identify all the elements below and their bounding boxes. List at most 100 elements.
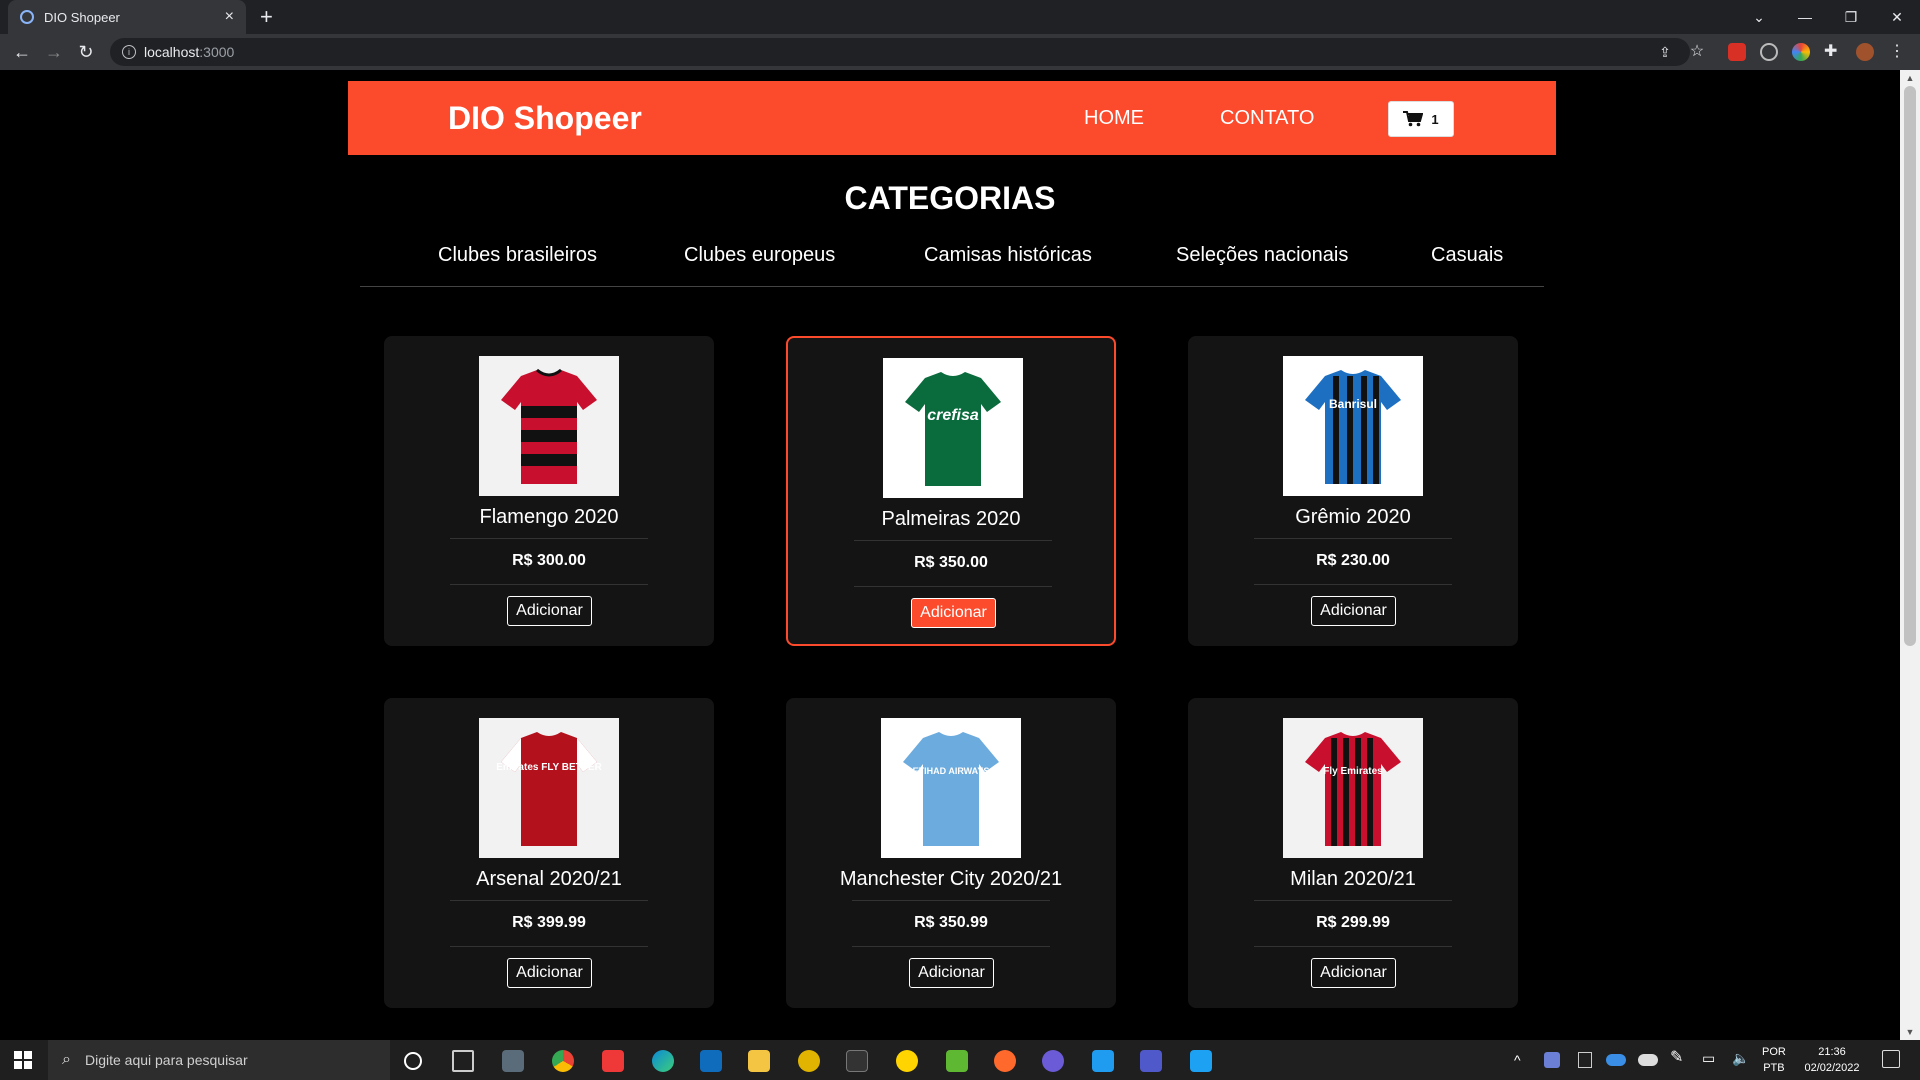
teams-icon[interactable] <box>1140 1050 1162 1072</box>
add-to-cart-button[interactable]: Adicionar <box>1311 596 1396 626</box>
app-icon[interactable] <box>1042 1050 1064 1072</box>
product-card: Flamengo 2020 R$ 300.00 Adicionar <box>384 336 714 646</box>
vivaldi-icon[interactable] <box>602 1050 624 1072</box>
category-selecoes-nacionais[interactable]: Seleções nacionais <box>1176 244 1348 267</box>
add-to-cart-button[interactable]: Adicionar <box>1311 958 1396 988</box>
manchester-city-jersey-image: ETIHAD AIRWAYS <box>881 718 1021 858</box>
notifications-icon[interactable] <box>1882 1050 1900 1068</box>
milan-jersey-image: Fly Emirates <box>1283 718 1423 858</box>
postman-icon[interactable] <box>994 1050 1016 1072</box>
onedrive-icon[interactable] <box>1606 1054 1626 1066</box>
color-picker-extension-icon[interactable] <box>1792 43 1810 61</box>
product-price: R$ 350.99 <box>914 914 988 931</box>
windows-start-button[interactable] <box>0 1040 46 1080</box>
file-explorer-icon[interactable] <box>748 1050 770 1072</box>
extension-icon[interactable] <box>1728 43 1746 61</box>
extension-icon[interactable] <box>1760 43 1778 61</box>
share-icon[interactable]: ⇪ <box>1655 42 1675 62</box>
add-to-cart-button[interactable]: Adicionar <box>911 598 996 628</box>
clock-time: 21:36 <box>1818 1046 1846 1058</box>
restore-button[interactable]: ❐ <box>1828 0 1874 34</box>
add-to-cart-button[interactable]: Adicionar <box>909 958 994 988</box>
outlook-icon[interactable] <box>700 1050 722 1072</box>
clock[interactable]: 21:36 02/02/2022 <box>1800 1044 1864 1076</box>
tray-chevron-icon[interactable]: ^ <box>1514 1052 1521 1068</box>
volume-icon[interactable]: 🔈 <box>1732 1050 1749 1066</box>
extensions-puzzle-icon[interactable]: ✚ <box>1824 43 1842 61</box>
category-clubes-brasileiros[interactable]: Clubes brasileiros <box>438 244 597 267</box>
browser-tab[interactable]: DIO Shopeer × <box>8 0 246 34</box>
close-window-button[interactable]: ✕ <box>1874 0 1920 34</box>
back-button[interactable]: ← <box>12 42 32 62</box>
cloud-icon[interactable] <box>1638 1054 1658 1066</box>
tab-close-icon[interactable]: × <box>225 8 234 26</box>
new-tab-button[interactable]: + <box>260 4 273 30</box>
search-placeholder: Digite aqui para pesquisar <box>84 1052 248 1068</box>
forward-button[interactable]: → <box>44 42 64 62</box>
edge-icon[interactable] <box>652 1050 674 1072</box>
cart-button[interactable]: 1 <box>1388 101 1454 137</box>
keyboard-layout: PTB <box>1763 1062 1785 1074</box>
product-price: R$ 350.00 <box>914 554 988 571</box>
gremio-jersey-image: Banrisul <box>1283 356 1423 496</box>
add-to-cart-button[interactable]: Adicionar <box>507 958 592 988</box>
nav-contato[interactable]: CONTATO <box>1220 107 1314 130</box>
page-scrollbar[interactable]: ▲ ▼ <box>1900 70 1920 1040</box>
reload-button[interactable]: ↻ <box>76 42 96 62</box>
tray-app-icon[interactable] <box>1544 1052 1560 1068</box>
nav-home[interactable]: HOME <box>1084 107 1144 130</box>
add-to-cart-button[interactable]: Adicionar <box>507 596 592 626</box>
shopping-cart-icon <box>1403 111 1424 127</box>
category-clubes-europeus[interactable]: Clubes europeus <box>684 244 835 267</box>
product-price: R$ 300.00 <box>512 552 586 569</box>
input-language[interactable]: POR PTB <box>1762 1044 1786 1076</box>
brand-logo[interactable]: DIO Shopeer <box>448 100 642 137</box>
card-divider <box>450 900 648 901</box>
product-price: R$ 299.99 <box>1316 914 1390 931</box>
tray-app-icon[interactable] <box>1578 1052 1592 1068</box>
card-divider <box>450 584 648 585</box>
network-icon[interactable]: ▭ <box>1702 1050 1715 1066</box>
site-header: DIO Shopeer HOME CONTATO 1 <box>348 81 1556 155</box>
browser-titlebar: DIO Shopeer × + ⌄ — ❐ ✕ <box>0 0 1920 34</box>
palmeiras-jersey-image: crefisa <box>883 358 1023 498</box>
chrome-icon[interactable] <box>552 1050 574 1072</box>
product-card: Fly Emirates Milan 2020/21 R$ 299.99 Adi… <box>1188 698 1518 1008</box>
clock-date: 02/02/2022 <box>1804 1062 1860 1074</box>
product-card: crefisa Palmeiras 2020 R$ 350.00 Adicion… <box>786 336 1116 646</box>
taskbar-search[interactable]: ⌕ Digite aqui para pesquisar <box>48 1040 390 1080</box>
categories-title: CATEGORIAS <box>844 180 1056 216</box>
cart-count-badge: 1 <box>1431 111 1439 127</box>
profile-avatar[interactable] <box>1856 43 1874 61</box>
terminal-icon[interactable] <box>846 1050 868 1072</box>
spreadsheet-icon[interactable] <box>946 1050 968 1072</box>
calculator-icon[interactable] <box>502 1050 524 1072</box>
category-casuais[interactable]: Casuais <box>1431 244 1503 267</box>
cortana-icon[interactable] <box>404 1052 422 1070</box>
pen-icon[interactable]: ✎ <box>1670 1050 1683 1066</box>
minimize-button[interactable]: — <box>1782 0 1828 34</box>
product-card: ETIHAD AIRWAYS Manchester City 2020/21 R… <box>786 698 1116 1008</box>
sponsor-text: Banrisul <box>1329 397 1377 411</box>
site-info-icon[interactable]: i <box>122 45 136 59</box>
app-icon[interactable] <box>1190 1050 1212 1072</box>
browser-menu-icon[interactable]: ⋮ <box>1888 43 1906 61</box>
product-price: R$ 399.99 <box>512 914 586 931</box>
tab-search-icon[interactable]: ⌄ <box>1736 0 1782 34</box>
vscode-icon[interactable] <box>1092 1050 1114 1072</box>
scrollbar-thumb[interactable] <box>1904 86 1916 646</box>
task-view-icon[interactable] <box>452 1050 474 1072</box>
address-bar[interactable]: i localhost :3000 <box>110 38 1690 66</box>
product-name: Palmeiras 2020 <box>881 508 1021 530</box>
card-divider <box>1254 946 1452 947</box>
tab-title: DIO Shopeer <box>44 9 120 25</box>
category-camisas-historicas[interactable]: Camisas históricas <box>924 244 1092 267</box>
sponsor-text: crefisa <box>927 407 979 424</box>
app-icon[interactable] <box>798 1050 820 1072</box>
bing-icon[interactable] <box>896 1050 918 1072</box>
bookmark-star-icon[interactable]: ☆ <box>1687 42 1707 62</box>
scroll-down-arrow-icon[interactable]: ▼ <box>1900 1024 1920 1040</box>
url-port: :3000 <box>199 44 235 60</box>
card-divider <box>450 946 648 947</box>
scroll-up-arrow-icon[interactable]: ▲ <box>1900 70 1920 86</box>
